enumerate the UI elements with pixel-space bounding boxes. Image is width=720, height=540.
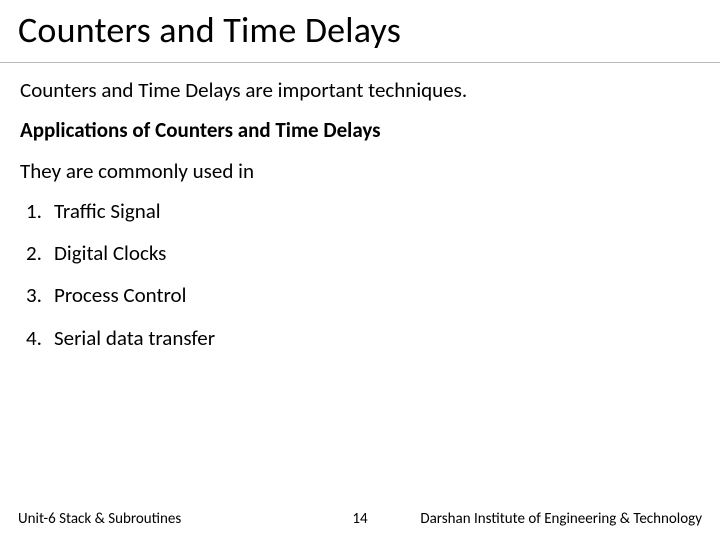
commonly-used-text: They are commonly used in — [20, 158, 700, 184]
slide-body: Counters and Time Delays are important t… — [0, 63, 720, 351]
applications-list: Traffic Signal Digital Clocks Process Co… — [20, 198, 700, 351]
applications-heading: Applications of Counters and Time Delays — [20, 117, 700, 143]
intro-text: Counters and Time Delays are important t… — [20, 77, 700, 103]
footer-left: Unit-6 Stack & Subroutines — [18, 510, 181, 528]
list-item: Traffic Signal — [26, 198, 700, 224]
slide-footer: Unit-6 Stack & Subroutines 14 Darshan In… — [0, 506, 720, 532]
list-item: Process Control — [26, 282, 700, 308]
slide: Counters and Time Delays Counters and Ti… — [0, 0, 720, 540]
footer-right: Darshan Institute of Engineering & Techn… — [420, 510, 702, 528]
list-item: Digital Clocks — [26, 240, 700, 266]
list-item: Serial data transfer — [26, 325, 700, 351]
footer-page-number: 14 — [352, 510, 367, 528]
slide-title: Counters and Time Delays — [0, 0, 720, 63]
